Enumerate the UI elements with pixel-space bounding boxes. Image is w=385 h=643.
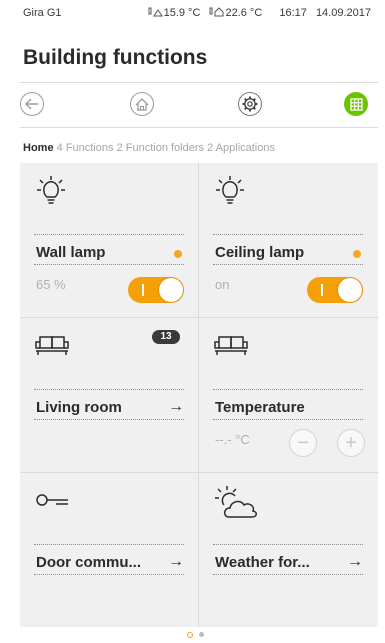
tile-divider [213,389,363,390]
arrow-right-icon: → [347,553,363,570]
arrow-right-icon: → [168,398,184,415]
toggle-on-mark [142,284,144,296]
back-button[interactable] [20,92,44,116]
clock-time: 16:17 [279,7,307,19]
tile-name: Wall lamp [36,244,106,261]
tile-door-communication[interactable]: Door commu... → [20,473,198,627]
status-readouts: 15.9 °C 22.6 °C 16:17 14.09.2017 [148,7,371,19]
status-indicator [174,250,182,258]
arrow-right-icon: → [168,553,184,570]
breadcrumb-folders-count: 2 [116,142,123,154]
tile-divider [34,264,184,265]
settings-button[interactable] [238,92,262,116]
indoor-temperature: 22.6 °C [225,7,263,19]
tile-temperature[interactable]: Temperature --.- °C − + [199,318,377,472]
home-button[interactable] [130,92,154,116]
breadcrumb-functions-count: 4 [56,142,63,154]
increase-button[interactable]: + [337,429,365,457]
toggle-knob [338,278,362,302]
outdoor-temperature-icon [148,7,163,17]
breadcrumb-applications[interactable]: Applications [216,142,275,154]
tile-divider [34,234,184,235]
temperature-value: --.- °C [215,432,250,447]
settings-gear-icon [242,96,258,112]
status-indicator [353,250,361,258]
sofa-icon [214,336,248,355]
nav-bar [20,86,378,126]
grid-view-button[interactable] [344,92,368,116]
toggle-knob [159,278,183,302]
light-bulb-icon [37,176,65,204]
tile-name: Door commu... [36,554,142,571]
tile-value: 65 % [36,277,66,292]
tile-name: Living room [36,399,122,416]
wall-lamp-toggle[interactable] [128,277,184,303]
outdoor-temperature: 15.9 °C [163,7,201,19]
tile-value: on [215,277,230,292]
breadcrumb-home[interactable]: Home [23,142,54,154]
grid-view-icon [349,97,363,111]
light-bulb-icon [216,176,244,204]
tile-name: Weather for... [215,554,310,571]
sofa-icon [35,336,69,355]
tile-name: Temperature [215,399,305,416]
item-count-badge: 13 [152,330,180,344]
breadcrumb-applications-count: 2 [207,142,214,154]
back-arrow-icon [25,98,38,110]
tile-divider [34,389,184,390]
device-name: Gira G1 [23,7,62,19]
tile-living-room[interactable]: 13 Living room → [20,318,198,472]
title-divider [20,82,378,83]
breadcrumb-functions[interactable]: Functions [66,142,114,154]
tile-wall-lamp[interactable]: Wall lamp 65 % [20,163,198,317]
decrease-button[interactable]: − [289,429,317,457]
weather-sun-cloud-icon [215,486,257,518]
tile-divider [213,234,363,235]
home-icon [135,97,149,111]
page-dot-active[interactable] [187,632,193,638]
breadcrumb: Home 4 Functions 2 Function folders 2 Ap… [23,142,275,154]
status-bar: Gira G1 15.9 °C 22.6 °C 16:17 14.09.2017 [0,0,385,24]
tile-ceiling-lamp[interactable]: Ceiling lamp on [199,163,377,317]
page-dot[interactable] [199,632,204,637]
tile-divider [213,419,363,420]
indoor-temperature-icon [209,7,224,17]
tile-divider [34,544,184,545]
tile-divider [213,544,363,545]
nav-divider [20,127,378,128]
tile-divider [213,574,363,575]
tile-weather-forecast[interactable]: Weather for... → [199,473,377,627]
toggle-on-mark [321,284,323,296]
ceiling-lamp-toggle[interactable] [307,277,363,303]
tile-name: Ceiling lamp [215,244,305,261]
page-title: Building functions [23,46,208,69]
function-grid: Wall lamp 65 % Ceiling lamp on 13 Living… [20,163,378,627]
key-icon [36,494,68,506]
tile-divider [213,264,363,265]
tile-divider [34,574,184,575]
clock-date: 14.09.2017 [315,7,371,19]
tile-divider [34,419,184,420]
breadcrumb-folders[interactable]: Function folders [126,142,204,154]
